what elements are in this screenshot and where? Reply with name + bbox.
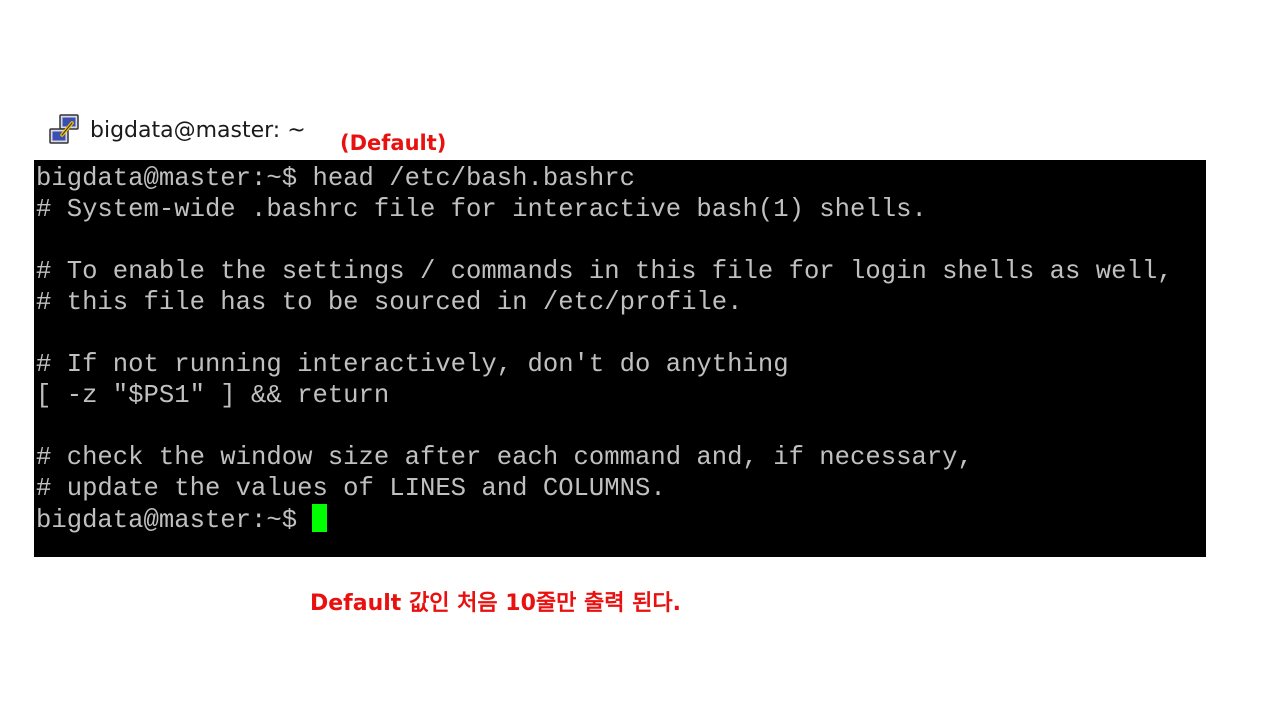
window-title: bigdata@master: ~: [90, 117, 306, 143]
terminal-line: # To enable the settings / commands in t…: [36, 257, 1173, 286]
explanation-note: Default 값인 처음 10줄만 출력 된다.: [310, 591, 681, 616]
terminal-line: # check the window size after each comma…: [36, 443, 973, 472]
terminal-line: # update the values of LINES and COLUMNS…: [36, 474, 666, 503]
terminal-prompt-line[interactable]: bigdata@master:~$: [36, 504, 1173, 535]
terminal-prompt: bigdata@master:~$: [36, 506, 313, 535]
terminal-line: [ -z "$PS1" ] && return: [36, 381, 390, 410]
terminal-cursor: [312, 504, 328, 532]
terminal-line: # If not running interactively, don't do…: [36, 350, 789, 379]
terminal-window[interactable]: bigdata@master:~$ head /etc/bash.bashrc …: [34, 160, 1206, 557]
terminal-output: bigdata@master:~$ head /etc/bash.bashrc …: [36, 163, 1173, 535]
terminal-line: # System-wide .bashrc file for interacti…: [36, 195, 927, 224]
default-label: (Default): [340, 131, 447, 155]
window-title-bar: bigdata@master: ~: [48, 112, 306, 148]
terminal-line: bigdata@master:~$ head /etc/bash.bashrc: [36, 164, 635, 193]
terminal-line: # this file has to be sourced in /etc/pr…: [36, 288, 743, 317]
putty-icon: [49, 114, 79, 144]
